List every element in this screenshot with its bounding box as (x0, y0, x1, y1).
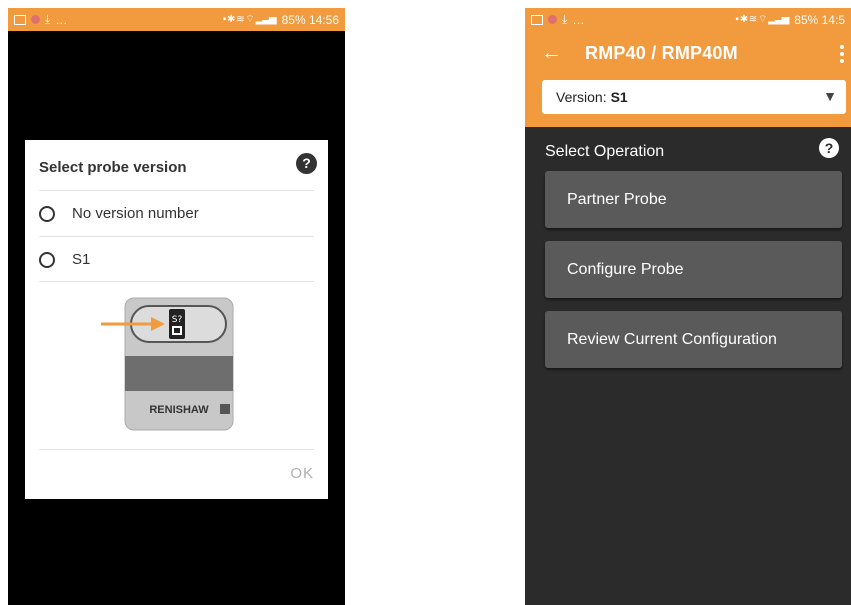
status-time: 85% 14:56 (281, 12, 339, 27)
divider (39, 190, 314, 191)
status-bar: ⤓ … ▪ ✱ ≋ ⌔ ▂▃▅ 85% 14:56 (8, 8, 345, 31)
overflow-menu-icon[interactable] (840, 45, 844, 63)
version-value: S1 (610, 89, 628, 105)
dropdown-arrow-icon[interactable]: ▼ (823, 88, 837, 104)
status-time: 85% 14:5 (794, 12, 845, 27)
radio-icon[interactable] (39, 205, 55, 222)
help-icon[interactable]: ? (296, 153, 317, 174)
radio-icon[interactable] (39, 251, 55, 268)
section-title: Select Operation (545, 143, 665, 160)
back-arrow-icon[interactable]: ← (541, 41, 562, 65)
probe-version-illustration: S? RENISHAW (101, 297, 234, 431)
divider (39, 449, 314, 450)
option-label: No version number (72, 205, 199, 222)
page-title: RMP40 / RMP40M (585, 43, 738, 63)
signal-icons: ▪ ✱ ≋ ⌔ ▂▃▅ (735, 14, 789, 25)
signal-icons: ▪ ✱ ≋ ⌔ ▂▃▅ (222, 14, 277, 25)
option-no-version[interactable]: No version number (39, 205, 199, 222)
notification-icon (548, 15, 557, 24)
left-phone-screen: ⤓ … ▪ ✱ ≋ ⌔ ▂▃▅ 85% 14:56 Select probe v… (8, 8, 345, 605)
version-bar: Version: S1 ▼ (525, 77, 851, 127)
select-probe-version-dialog: Select probe version ? No version number… (25, 140, 328, 499)
help-icon[interactable]: ? (819, 138, 839, 158)
version-tag: S? (172, 315, 183, 325)
notification-icon (31, 15, 40, 24)
configure-probe-button[interactable]: Configure Probe (545, 241, 842, 298)
gallery-notification-icon (14, 14, 26, 25)
divider (39, 236, 314, 237)
dialog-title: Select probe version (39, 159, 187, 176)
download-icon: ⤓ (45, 12, 51, 26)
partner-probe-button[interactable]: Partner Probe (545, 171, 842, 228)
option-label: S1 (72, 251, 91, 268)
download-icon: ⤓ (562, 12, 568, 26)
version-dropdown[interactable]: Version: S1 ▼ (542, 80, 846, 114)
right-phone-screen: ⤓ … ▪ ✱ ≋ ⌔ ▂▃▅ 85% 14:5 ← RMP40 / RMP40… (525, 8, 851, 605)
gallery-notification-icon (531, 14, 543, 25)
more-notifications-icon: … (572, 12, 585, 27)
app-bar: ← RMP40 / RMP40M (525, 31, 851, 77)
review-configuration-button[interactable]: Review Current Configuration (545, 311, 842, 368)
more-notifications-icon: … (55, 12, 68, 27)
ok-button[interactable]: OK (290, 465, 314, 482)
status-bar: ⤓ … ▪ ✱ ≋ ⌔ ▂▃▅ 85% 14:5 (525, 8, 851, 31)
version-label: Version: (556, 89, 607, 105)
divider (39, 281, 314, 282)
option-s1[interactable]: S1 (39, 251, 90, 268)
brand-label: RENISHAW (149, 404, 209, 416)
